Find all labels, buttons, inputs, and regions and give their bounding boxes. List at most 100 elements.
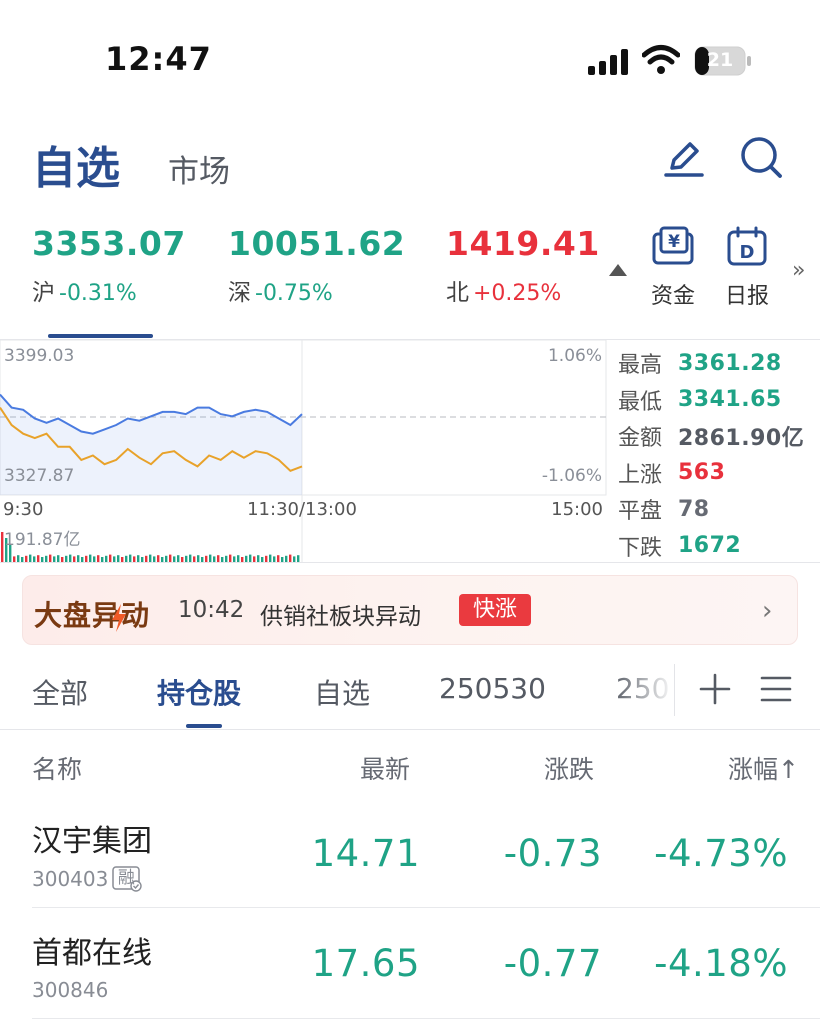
stock-name-cell[interactable]: 汉宇集团 300403 融: [32, 816, 152, 892]
volume-bar: [109, 554, 112, 562]
collapse-triangle-icon[interactable]: [609, 264, 627, 276]
status-time: 12:47: [105, 40, 212, 78]
stat-flat: 平盘 78: [618, 491, 818, 528]
index-value: 3353.07: [32, 224, 186, 263]
volume-bar: [177, 555, 180, 562]
intraday-chart[interactable]: 3399.03 3327.87 1.06% -1.06% 9:30 11:30/…: [0, 340, 608, 562]
volume-bar: [189, 554, 192, 562]
y-bottom-label: 3327.87: [4, 466, 74, 486]
list-tab-holdings[interactable]: 持仓股: [157, 672, 241, 712]
volume-bar: [137, 555, 140, 562]
stat-down: 下跌 1672: [618, 528, 818, 565]
stat-label: 最高: [618, 353, 663, 379]
stat-value: 2861.90亿: [678, 426, 805, 452]
list-tab-250530[interactable]: 250530: [439, 672, 546, 705]
battery-level: 21: [706, 49, 734, 71]
volume-bar: [77, 555, 80, 562]
volume-bar: [129, 554, 132, 562]
volume-bar: [157, 555, 160, 562]
list-tab-all[interactable]: 全部: [32, 672, 88, 712]
divider: [32, 907, 820, 908]
stat-value: 78: [678, 496, 710, 522]
tool-label: 日报: [724, 284, 769, 309]
latest-price: 14.71: [311, 832, 420, 875]
col-header-name[interactable]: 名称: [32, 750, 82, 786]
x-label-open: 9:30: [3, 499, 43, 520]
volume-bar: [29, 554, 32, 562]
tool-capital[interactable]: ¥ 资金: [648, 226, 698, 310]
wifi-icon: [642, 45, 680, 74]
volume-bar: [117, 555, 120, 562]
stat-label: 最低: [618, 389, 663, 415]
col-header-latest[interactable]: 最新: [360, 750, 410, 786]
volume-bar: [229, 554, 232, 562]
svg-text:D: D: [740, 242, 755, 263]
divider: [32, 1018, 820, 1019]
stat-low: 最低 3341.65: [618, 382, 818, 419]
stat-label: 下跌: [618, 535, 663, 561]
volume-bar: [289, 554, 292, 562]
stat-value: 563: [678, 460, 726, 486]
margin-badge-label: 融: [117, 868, 135, 888]
volume-bar: [97, 555, 100, 562]
volume-bar: [69, 554, 72, 562]
stat-label: 金额: [618, 426, 663, 452]
index-selected-indicator: [48, 334, 153, 338]
alert-tag: 快涨: [459, 594, 532, 626]
volume-label: 191.87亿: [4, 530, 80, 550]
index-shenzhen[interactable]: 10051.62 深 -0.75%: [228, 224, 405, 307]
svg-text:¥: ¥: [668, 232, 680, 252]
col-header-pct[interactable]: 涨幅↑: [728, 750, 799, 786]
tab-fade: [612, 664, 674, 714]
tab-watchlist[interactable]: 自选: [32, 132, 120, 196]
edit-icon[interactable]: [662, 136, 706, 180]
stat-value: 3341.65: [678, 387, 782, 413]
search-icon[interactable]: [738, 134, 784, 180]
stock-name-cell[interactable]: 首都在线 300846: [32, 928, 152, 1002]
alert-text: 供销社板块异动: [260, 604, 421, 630]
list-tab-watchlist[interactable]: 自选: [314, 672, 370, 712]
stat-label: 平盘: [618, 499, 663, 525]
alert-title: 大盘异动: [34, 599, 151, 632]
divider: [674, 664, 675, 716]
plus-icon[interactable]: [698, 672, 732, 706]
index-beijing[interactable]: 1419.41 北 +0.25%: [446, 224, 600, 307]
pct-change: -4.18%: [654, 942, 788, 985]
divider: [0, 562, 820, 563]
tab-market[interactable]: 市场: [168, 146, 230, 191]
col-header-change[interactable]: 涨跌: [544, 750, 594, 786]
alert-time: 10:42: [178, 597, 245, 623]
volume-bar: [37, 555, 40, 562]
list-tab-indicator: [186, 724, 222, 728]
volume-bar: [49, 554, 52, 562]
tool-label: 资金: [650, 284, 695, 309]
chevron-right-icon[interactable]: ›: [762, 596, 772, 626]
index-shanghai[interactable]: 3353.07 沪 -0.31%: [32, 224, 186, 307]
y-right-top-label: 1.06%: [548, 346, 602, 366]
tool-daily-report[interactable]: D 日报: [722, 226, 772, 310]
stock-name: 汉宇集团: [32, 824, 152, 859]
more-chevron-icon[interactable]: »: [792, 258, 805, 283]
volume-bar: [269, 554, 272, 562]
volume-bar: [89, 554, 92, 562]
menu-icon[interactable]: [760, 674, 792, 704]
x-label-close: 15:00: [551, 499, 603, 520]
y-top-label: 3399.03: [4, 346, 74, 366]
lightning-icon: [112, 604, 126, 632]
signal-icon: [588, 49, 628, 75]
stat-value: 1672: [678, 533, 742, 559]
yen-card-icon: ¥: [652, 226, 694, 265]
volume-bar: [237, 555, 240, 562]
stock-name: 首都在线: [32, 936, 152, 971]
battery-icon: 21: [694, 46, 752, 76]
volume-bar: [217, 555, 220, 562]
y-right-bottom-label: -1.06%: [542, 466, 602, 486]
stat-label: 上涨: [618, 462, 663, 488]
volume-bar: [297, 555, 300, 562]
volume-bar: [209, 554, 212, 562]
volume-bar: [197, 555, 200, 562]
volume-bar: [57, 555, 60, 562]
stat-value: 3361.28: [678, 350, 782, 376]
margin-badge: 融: [112, 866, 144, 892]
market-stats: 最高 3361.28 最低 3341.65 金额 2861.90亿 上涨 563 平盘 7…: [618, 345, 818, 564]
